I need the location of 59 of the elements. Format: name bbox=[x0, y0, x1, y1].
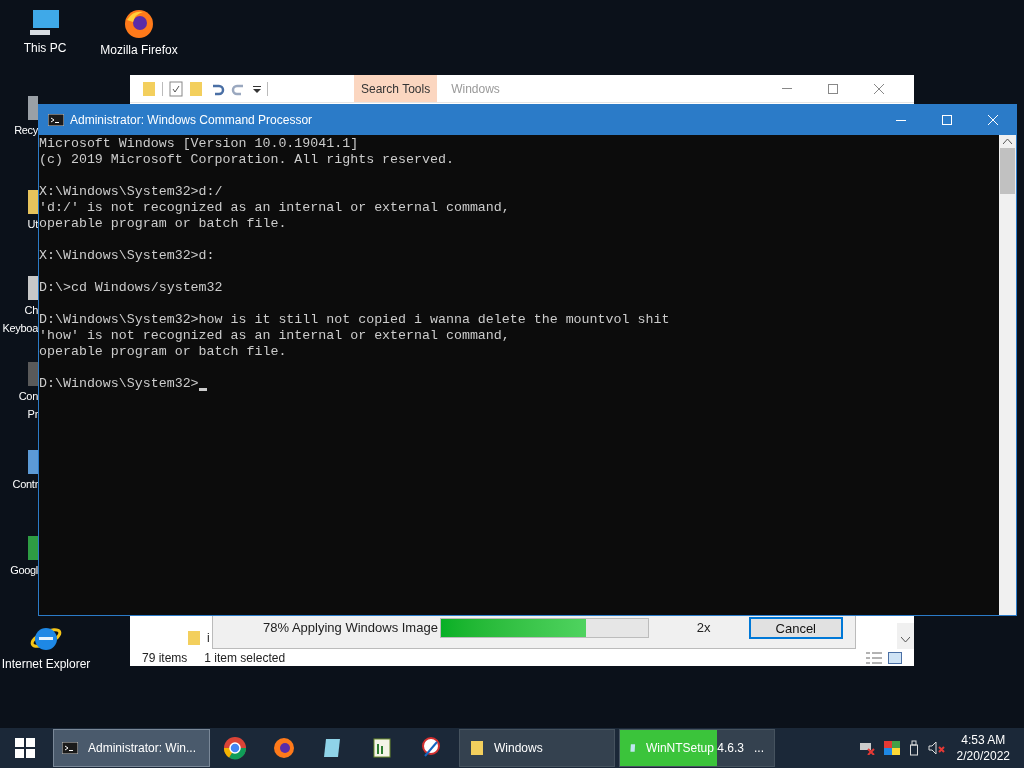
usb-drive-icon[interactable] bbox=[908, 740, 919, 756]
cancel-button[interactable]: Cancel bbox=[748, 617, 843, 639]
dropdown-icon[interactable] bbox=[253, 84, 261, 93]
console-line: X:\Windows\System32>d:/ bbox=[39, 184, 223, 200]
console-line: (c) 2019 Microsoft Corporation. All rights reserved. bbox=[39, 152, 454, 168]
window-title: Administrator: Windows Command Processor bbox=[70, 112, 313, 129]
computer-icon bbox=[28, 8, 62, 38]
fox-globe-icon[interactable] bbox=[271, 736, 296, 760]
desktop-icon-label[interactable]: Recy bbox=[14, 123, 38, 138]
desktop-icon-label[interactable]: Googl bbox=[10, 563, 38, 578]
taskbar-button[interactable]: Windows bbox=[459, 729, 615, 767]
console-line: D:\Windows\System32>how is it still not copied i wanna delete the mountvol shit bbox=[39, 312, 670, 328]
console-line: operable program or batch file. bbox=[39, 344, 287, 360]
clock[interactable]: 4:53 AM 2/20/2022 bbox=[956, 732, 1010, 764]
selection-count: 1 item selected bbox=[204, 650, 286, 665]
desktop-icon-label[interactable]: Contr bbox=[12, 477, 38, 492]
desktop-icon-label[interactable]: Ut bbox=[27, 217, 38, 232]
scroll-down-icon[interactable] bbox=[901, 637, 910, 643]
desktop-icon-label[interactable]: Con bbox=[18, 389, 38, 404]
console-line: D:\>cd Windows/system32 bbox=[39, 280, 223, 296]
color-display-icon[interactable] bbox=[883, 741, 900, 755]
thumbnail-view-icon[interactable] bbox=[888, 651, 902, 664]
desktop-icon-label[interactable]: Internet Explorer bbox=[1, 657, 91, 672]
console-line: X:\Windows\System32>d: bbox=[39, 248, 215, 264]
folder-icon bbox=[142, 80, 156, 97]
progress-status: 78% Applying Windows Image bbox=[262, 619, 439, 638]
network-error-icon[interactable] bbox=[858, 741, 875, 755]
properties-icon[interactable] bbox=[169, 80, 183, 97]
new-folder-icon bbox=[189, 80, 203, 97]
console-line: Microsoft Windows [Version 10.0.19041.1] bbox=[39, 136, 359, 152]
fox-globe-icon bbox=[123, 8, 155, 40]
taskbar-button[interactable]: WinNTSetup 4.6.3 ... bbox=[619, 729, 775, 767]
taskbar-button[interactable]: Administrator: Win... bbox=[53, 729, 210, 767]
console-line: 'how' is not recognized as an internal or external command, bbox=[39, 328, 510, 344]
console-line: operable program or batch file. bbox=[39, 216, 287, 232]
scrollbar[interactable] bbox=[897, 623, 914, 649]
desktop-icon-label[interactable]: This PC bbox=[23, 41, 67, 56]
desktop-icon-label[interactable]: Keyboa bbox=[2, 321, 38, 336]
file-name[interactable]: i bbox=[207, 629, 210, 647]
speed-label: 2x bbox=[696, 619, 711, 638]
scrollbar[interactable] bbox=[999, 135, 1016, 615]
desktop-icon-label[interactable]: Pr bbox=[27, 407, 38, 422]
folder-icon bbox=[470, 740, 484, 756]
speaker-muted-icon[interactable] bbox=[927, 741, 946, 755]
scroll-up-icon[interactable] bbox=[1003, 138, 1012, 144]
console-line: 'd:/' is not recognized as an internal or external command, bbox=[39, 200, 510, 216]
console-line: D:\Windows\System32> bbox=[39, 376, 199, 392]
chrome-ball-icon[interactable] bbox=[222, 736, 247, 760]
text-cursor bbox=[198, 388, 207, 391]
start-icon[interactable] bbox=[15, 738, 35, 758]
window-title: Windows bbox=[451, 80, 500, 98]
item-count: 79 items bbox=[142, 650, 188, 665]
console-icon bbox=[62, 742, 78, 754]
folder-icon bbox=[187, 630, 201, 646]
desktop-icon-label[interactable]: Ch bbox=[24, 303, 38, 318]
scroll-thumb[interactable] bbox=[1000, 148, 1015, 194]
ribbon-tab[interactable]: Search Tools bbox=[354, 75, 438, 102]
console-icon bbox=[48, 114, 64, 126]
desktop-icon-label[interactable]: Mozilla Firefox bbox=[100, 43, 178, 58]
